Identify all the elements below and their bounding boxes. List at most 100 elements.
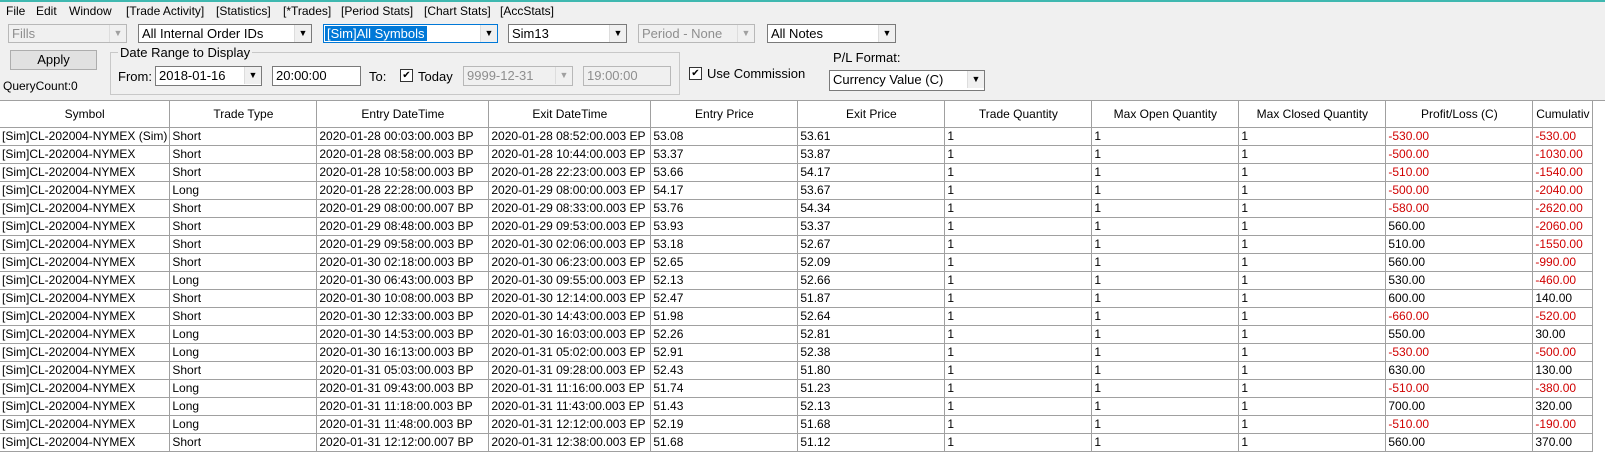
menu-trade-activity[interactable]: [Trade Activity] <box>126 4 204 18</box>
cell-trade-quantity[interactable]: 1 <box>944 145 1093 164</box>
cell-exit-price[interactable]: 51.12 <box>797 433 946 452</box>
cell-max-closed-quantity[interactable]: 1 <box>1238 325 1387 344</box>
cell-entry-price[interactable]: 51.98 <box>650 307 799 326</box>
cell-max-closed-quantity[interactable]: 1 <box>1238 271 1387 290</box>
col-header-symbol[interactable]: Symbol <box>0 101 171 128</box>
cell-profit-loss[interactable]: -510.00 <box>1385 163 1534 182</box>
cell-symbol[interactable]: [Sim]CL-202004-NYMEX <box>0 433 171 452</box>
table-row[interactable]: [Sim]CL-202004-NYMEX Long 2020-01-30 14:53… <box>0 325 1594 344</box>
cell-trade-type[interactable]: Short <box>169 235 318 254</box>
col-header-entry-datetime[interactable]: Entry DateTime <box>316 101 490 128</box>
cell-trade-type[interactable]: Short <box>169 217 318 236</box>
cell-max-closed-quantity[interactable]: 1 <box>1238 289 1387 308</box>
table-row[interactable]: [Sim]CL-202004-NYMEX Long 2020-01-30 16:13… <box>0 343 1594 362</box>
cell-exit-datetime[interactable]: 2020-01-30 14:43:00.003 EP <box>488 307 652 326</box>
cell-exit-price[interactable]: 51.68 <box>797 415 946 434</box>
cell-max-closed-quantity[interactable]: 1 <box>1238 343 1387 362</box>
from-date-picker[interactable]: 2018-01-16 ▼ <box>155 66 262 86</box>
cell-entry-datetime[interactable]: 2020-01-31 09:43:00.003 BP <box>316 379 490 398</box>
cell-profit-loss[interactable]: -530.00 <box>1385 343 1534 362</box>
cell-profit-loss[interactable]: 560.00 <box>1385 217 1534 236</box>
cell-cumulative[interactable]: 130.00 <box>1532 361 1594 380</box>
menu-edit[interactable]: Edit <box>36 4 57 18</box>
cell-profit-loss[interactable]: 600.00 <box>1385 289 1534 308</box>
menu-acc-stats[interactable]: [AccStats] <box>500 4 554 18</box>
table-row[interactable]: [Sim]CL-202004-NYMEX Long 2020-01-31 11:18… <box>0 397 1594 416</box>
menu-period-stats[interactable]: [Period Stats] <box>341 4 413 18</box>
cell-entry-datetime[interactable]: 2020-01-29 08:48:00.003 BP <box>316 217 490 236</box>
cell-trade-quantity[interactable]: 1 <box>944 181 1093 200</box>
col-header-max-closed-quantity[interactable]: Max Closed Quantity <box>1238 101 1387 128</box>
cell-cumulative[interactable]: -380.00 <box>1532 379 1594 398</box>
cell-symbol[interactable]: [Sim]CL-202004-NYMEX <box>0 325 171 344</box>
cell-symbol[interactable]: [Sim]CL-202004-NYMEX <box>0 145 171 164</box>
cell-max-open-quantity[interactable]: 1 <box>1091 415 1240 434</box>
cell-trade-quantity[interactable]: 1 <box>944 415 1093 434</box>
cell-symbol[interactable]: [Sim]CL-202004-NYMEX <box>0 415 171 434</box>
cell-entry-price[interactable]: 52.19 <box>650 415 799 434</box>
cell-exit-datetime[interactable]: 2020-01-30 16:03:00.003 EP <box>488 325 652 344</box>
cell-trade-quantity[interactable]: 1 <box>944 361 1093 380</box>
cell-symbol[interactable]: [Sim]CL-202004-NYMEX <box>0 271 171 290</box>
order-ids-select[interactable]: All Internal Order IDs ▼ <box>138 24 312 43</box>
cell-profit-loss[interactable]: -660.00 <box>1385 307 1534 326</box>
cell-entry-datetime[interactable]: 2020-01-31 05:03:00.003 BP <box>316 361 490 380</box>
pl-format-select[interactable]: Currency Value (C) ▼ <box>829 70 985 91</box>
cell-profit-loss[interactable]: -580.00 <box>1385 199 1534 218</box>
cell-exit-datetime[interactable]: 2020-01-28 08:52:00.003 EP <box>488 127 652 146</box>
cell-exit-price[interactable]: 52.64 <box>797 307 946 326</box>
cell-profit-loss[interactable]: 560.00 <box>1385 433 1534 452</box>
cell-symbol[interactable]: [Sim]CL-202004-NYMEX <box>0 199 171 218</box>
cell-trade-quantity[interactable]: 1 <box>944 289 1093 308</box>
cell-entry-price[interactable]: 52.65 <box>650 253 799 272</box>
cell-exit-datetime[interactable]: 2020-01-30 06:23:00.003 EP <box>488 253 652 272</box>
cell-exit-datetime[interactable]: 2020-01-30 02:06:00.003 EP <box>488 235 652 254</box>
col-header-exit-datetime[interactable]: Exit DateTime <box>488 101 652 128</box>
cell-max-open-quantity[interactable]: 1 <box>1091 307 1240 326</box>
cell-trade-quantity[interactable]: 1 <box>944 397 1093 416</box>
cell-max-closed-quantity[interactable]: 1 <box>1238 127 1387 146</box>
cell-max-closed-quantity[interactable]: 1 <box>1238 433 1387 452</box>
cell-entry-price[interactable]: 52.13 <box>650 271 799 290</box>
cell-trade-quantity[interactable]: 1 <box>944 271 1093 290</box>
cell-profit-loss[interactable]: -530.00 <box>1385 127 1534 146</box>
cell-max-open-quantity[interactable]: 1 <box>1091 181 1240 200</box>
cell-trade-type[interactable]: Short <box>169 199 318 218</box>
cell-trade-type[interactable]: Short <box>169 361 318 380</box>
cell-entry-price[interactable]: 54.17 <box>650 181 799 200</box>
cell-entry-datetime[interactable]: 2020-01-30 06:43:00.003 BP <box>316 271 490 290</box>
cell-max-open-quantity[interactable]: 1 <box>1091 253 1240 272</box>
table-row[interactable]: [Sim]CL-202004-NYMEX Short 2020-01-30 12:3… <box>0 307 1594 326</box>
cell-entry-datetime[interactable]: 2020-01-31 11:48:00.003 BP <box>316 415 490 434</box>
cell-exit-datetime[interactable]: 2020-01-30 12:14:00.003 EP <box>488 289 652 308</box>
cell-entry-price[interactable]: 53.66 <box>650 163 799 182</box>
cell-exit-price[interactable]: 51.87 <box>797 289 946 308</box>
cell-trade-type[interactable]: Long <box>169 379 318 398</box>
cell-max-closed-quantity[interactable]: 1 <box>1238 235 1387 254</box>
cell-exit-datetime[interactable]: 2020-01-29 09:53:00.003 EP <box>488 217 652 236</box>
cell-profit-loss[interactable]: 530.00 <box>1385 271 1534 290</box>
cell-exit-datetime[interactable]: 2020-01-31 12:12:00.003 EP <box>488 415 652 434</box>
table-row[interactable]: [Sim]CL-202004-NYMEX Long 2020-01-28 22:28… <box>0 181 1594 200</box>
cell-trade-quantity[interactable]: 1 <box>944 235 1093 254</box>
cell-entry-price[interactable]: 51.43 <box>650 397 799 416</box>
col-header-max-open-quantity[interactable]: Max Open Quantity <box>1091 101 1240 128</box>
cell-max-closed-quantity[interactable]: 1 <box>1238 163 1387 182</box>
cell-max-closed-quantity[interactable]: 1 <box>1238 145 1387 164</box>
cell-symbol[interactable]: [Sim]CL-202004-NYMEX <box>0 307 171 326</box>
cell-trade-type[interactable]: Long <box>169 415 318 434</box>
cell-max-closed-quantity[interactable]: 1 <box>1238 307 1387 326</box>
cell-max-open-quantity[interactable]: 1 <box>1091 433 1240 452</box>
table-row[interactable]: [Sim]CL-202004-NYMEX Short 2020-01-31 05:0… <box>0 361 1594 380</box>
cell-profit-loss[interactable]: 560.00 <box>1385 253 1534 272</box>
cell-entry-datetime[interactable]: 2020-01-30 02:18:00.003 BP <box>316 253 490 272</box>
chevron-down-icon[interactable]: ▼ <box>967 71 984 88</box>
table-row[interactable]: [Sim]CL-202004-NYMEX Short 2020-01-30 02:1… <box>0 253 1594 272</box>
table-row[interactable]: [Sim]CL-202004-NYMEX (Sim) Short 2020-01-2… <box>0 127 1594 146</box>
cell-entry-datetime[interactable]: 2020-01-30 16:13:00.003 BP <box>316 343 490 362</box>
cell-entry-price[interactable]: 51.74 <box>650 379 799 398</box>
cell-max-closed-quantity[interactable]: 1 <box>1238 217 1387 236</box>
cell-exit-datetime[interactable]: 2020-01-28 10:44:00.003 EP <box>488 145 652 164</box>
cell-entry-price[interactable]: 53.08 <box>650 127 799 146</box>
cell-exit-price[interactable]: 51.23 <box>797 379 946 398</box>
